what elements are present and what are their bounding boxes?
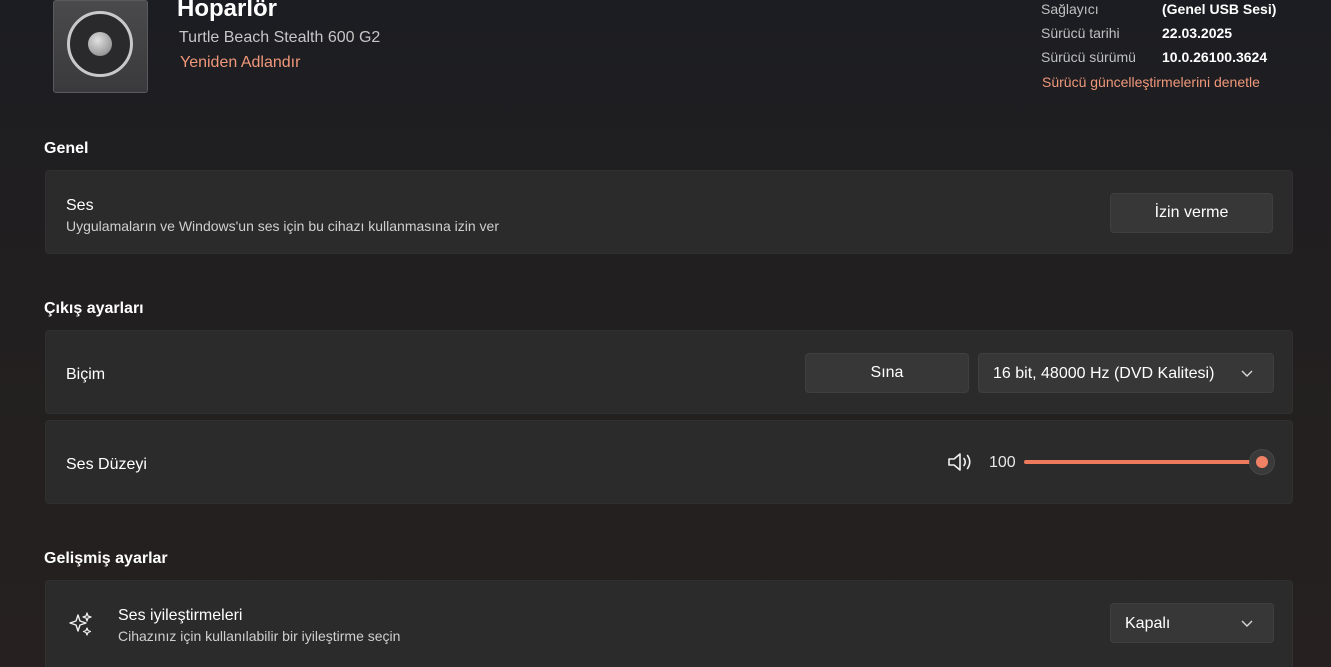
device-name: Hoparlör	[177, 0, 278, 22]
volume-slider-thumb[interactable]	[1249, 449, 1275, 475]
enhancements-description: Cihazınız için kullanılabilir bir iyileş…	[118, 628, 401, 644]
driver-date-value: 22.03.2025	[1162, 25, 1233, 41]
chevron-down-icon	[1241, 370, 1253, 377]
section-title-advanced: Gelişmiş ayarlar	[44, 550, 168, 567]
rename-link[interactable]: Yeniden Adlandır	[180, 53, 300, 73]
audio-permission-card: Ses Uygulamaların ve Windows'un ses için…	[45, 170, 1293, 254]
enhancements-dropdown-value: Kapalı	[1125, 615, 1171, 632]
section-title-general: Genel	[44, 140, 89, 157]
device-model: Turtle Beach Stealth 600 G2	[179, 29, 381, 46]
format-card: Biçim Sına 16 bit, 48000 Hz (DVD Kalites…	[45, 330, 1293, 414]
format-label: Biçim	[66, 366, 106, 383]
chevron-down-icon	[1241, 620, 1253, 627]
test-button[interactable]: Sına	[805, 353, 969, 393]
driver-date-label: Sürücü tarihi	[1041, 25, 1120, 41]
enhancements-title: Ses iyileştirmeleri	[118, 607, 243, 624]
audio-description: Uygulamaların ve Windows'un ses için bu …	[66, 218, 499, 234]
driver-version-value: 10.0.26100.3624	[1162, 49, 1268, 65]
device-image	[53, 0, 148, 93]
volume-value: 100	[989, 454, 1016, 471]
sparkle-icon	[69, 612, 92, 636]
audio-title: Ses	[66, 197, 94, 214]
enhancements-dropdown[interactable]: Kapalı	[1110, 603, 1274, 643]
provider-label: Sağlayıcı	[1041, 1, 1099, 17]
speaker-volume-icon[interactable]	[947, 451, 975, 473]
provider-value: (Genel USB Sesi)	[1162, 1, 1277, 17]
enhancements-card[interactable]: Ses iyileştirmeleri Cihazınız için kulla…	[45, 580, 1293, 667]
deny-button[interactable]: İzin verme	[1110, 193, 1273, 233]
check-driver-updates-link[interactable]: Sürücü güncelleştirmelerini denetle	[1042, 73, 1260, 91]
driver-version-label: Sürücü sürümü	[1041, 49, 1136, 65]
format-dropdown[interactable]: 16 bit, 48000 Hz (DVD Kalitesi)	[978, 353, 1274, 393]
section-title-output: Çıkış ayarları	[44, 300, 144, 317]
volume-label: Ses Düzeyi	[66, 456, 147, 473]
speaker-icon	[67, 11, 133, 77]
format-dropdown-value: 16 bit, 48000 Hz (DVD Kalitesi)	[993, 365, 1215, 382]
volume-slider-track[interactable]	[1024, 460, 1262, 464]
